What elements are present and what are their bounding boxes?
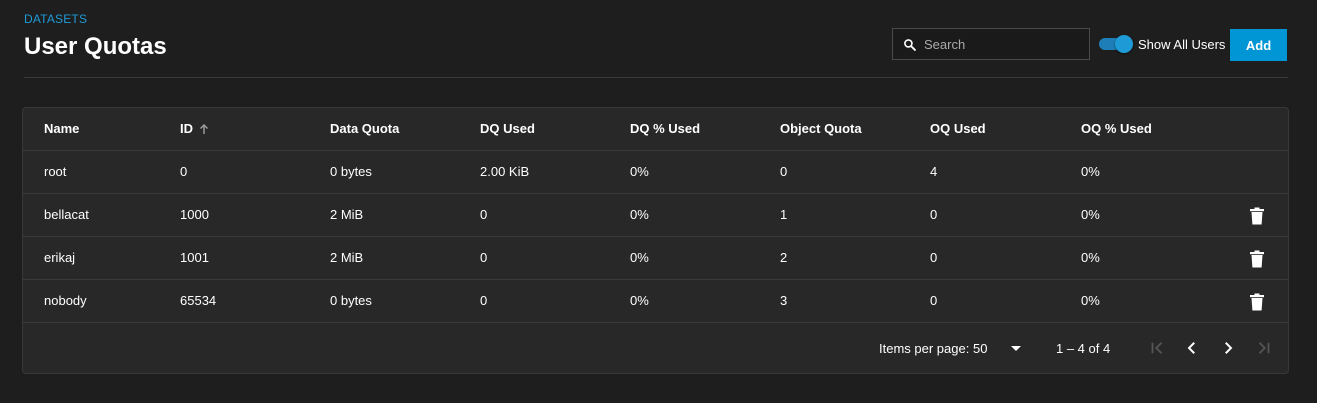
table-row[interactable]: nobody 65534 0 bytes 0 0% 3 0 0%: [23, 280, 1288, 323]
cell-dq-used: 0: [480, 207, 488, 222]
last-page-button[interactable]: [1252, 336, 1276, 360]
page-title: User Quotas: [24, 33, 167, 60]
arrow-up-icon: [199, 124, 209, 135]
cell-oq-percent-used: 0%: [1081, 250, 1100, 265]
trash-icon[interactable]: [1247, 207, 1267, 225]
cell-dq-percent-used: 0%: [630, 293, 649, 308]
paginator: Items per page: 50 1 – 4 of 4: [23, 323, 1288, 373]
column-header-object-quota[interactable]: Object Quota: [780, 108, 862, 150]
cell-object-quota: 2: [780, 250, 788, 265]
cell-dq-used: 0: [480, 293, 488, 308]
cell-oq-used: 4: [930, 164, 938, 179]
chevron-right-icon: [1225, 342, 1233, 354]
next-page-button[interactable]: [1216, 336, 1240, 360]
search-icon: [904, 38, 916, 51]
column-header-oq-used[interactable]: OQ Used: [930, 108, 986, 150]
column-header-id[interactable]: ID: [180, 108, 209, 150]
cell-object-quota: 3: [780, 293, 788, 308]
cell-oq-percent-used: 0%: [1081, 293, 1100, 308]
show-all-users-toggle[interactable]: [1099, 35, 1133, 53]
cell-object-quota: 0: [780, 164, 788, 179]
cell-oq-percent-used: 0%: [1081, 207, 1100, 222]
column-header-id-label: ID: [180, 121, 193, 136]
toggle-thumb: [1115, 35, 1133, 53]
column-header-data-quota[interactable]: Data Quota: [330, 108, 399, 150]
column-header-oq-percent-used[interactable]: OQ % Used: [1081, 108, 1152, 150]
trash-icon[interactable]: [1247, 250, 1267, 268]
cell-name: erikaj: [44, 250, 76, 265]
table-header-row: Name ID Data Quota DQ Used DQ % Used Obj…: [23, 108, 1288, 151]
first-page-icon: [1151, 342, 1163, 354]
header-divider: [24, 77, 1288, 78]
cell-id: 65534: [180, 293, 217, 308]
cell-object-quota: 1: [780, 207, 788, 222]
first-page-button[interactable]: [1145, 336, 1169, 360]
search-input[interactable]: [922, 35, 1076, 53]
cell-id: 0: [180, 164, 188, 179]
page-size-select[interactable]: 50: [973, 341, 987, 356]
table-row[interactable]: bellacat 1000 2 MiB 0 0% 1 0 0%: [23, 194, 1288, 237]
cell-dq-percent-used: 0%: [630, 250, 649, 265]
last-page-icon: [1258, 342, 1270, 354]
show-all-users-label[interactable]: Show All Users: [1138, 37, 1225, 52]
quota-table-card: Name ID Data Quota DQ Used DQ % Used Obj…: [22, 107, 1289, 374]
caret-down-icon[interactable]: [1011, 346, 1021, 352]
previous-page-button[interactable]: [1180, 336, 1204, 360]
cell-name: nobody: [44, 293, 87, 308]
trash-icon[interactable]: [1247, 293, 1267, 311]
cell-name: root: [44, 164, 67, 179]
cell-data-quota: 0 bytes: [330, 164, 372, 179]
add-button[interactable]: Add: [1230, 29, 1287, 61]
cell-name: bellacat: [44, 207, 89, 222]
breadcrumb[interactable]: DATASETS: [24, 12, 87, 26]
cell-oq-percent-used: 0%: [1081, 164, 1100, 179]
cell-oq-used: 0: [930, 293, 938, 308]
page-range-label: 1 – 4 of 4: [1056, 341, 1111, 356]
column-header-name[interactable]: Name: [44, 108, 79, 150]
cell-id: 1000: [180, 207, 209, 222]
table-row[interactable]: root 0 0 bytes 2.00 KiB 0% 0 4 0%: [23, 151, 1288, 194]
cell-data-quota: 0 bytes: [330, 293, 372, 308]
cell-oq-used: 0: [930, 207, 938, 222]
cell-id: 1001: [180, 250, 209, 265]
cell-oq-used: 0: [930, 250, 938, 265]
cell-dq-percent-used: 0%: [630, 207, 649, 222]
items-per-page-label: Items per page:: [879, 341, 970, 356]
column-header-dq-used[interactable]: DQ Used: [480, 108, 535, 150]
cell-data-quota: 2 MiB: [330, 250, 364, 265]
cell-dq-percent-used: 0%: [630, 164, 649, 179]
cell-data-quota: 2 MiB: [330, 207, 364, 222]
column-header-dq-percent-used[interactable]: DQ % Used: [630, 108, 700, 150]
search-field[interactable]: [892, 28, 1090, 60]
table-row[interactable]: erikaj 1001 2 MiB 0 0% 2 0 0%: [23, 237, 1288, 280]
cell-dq-used: 0: [480, 250, 488, 265]
chevron-left-icon: [1187, 342, 1195, 354]
cell-dq-used: 2.00 KiB: [480, 164, 530, 179]
